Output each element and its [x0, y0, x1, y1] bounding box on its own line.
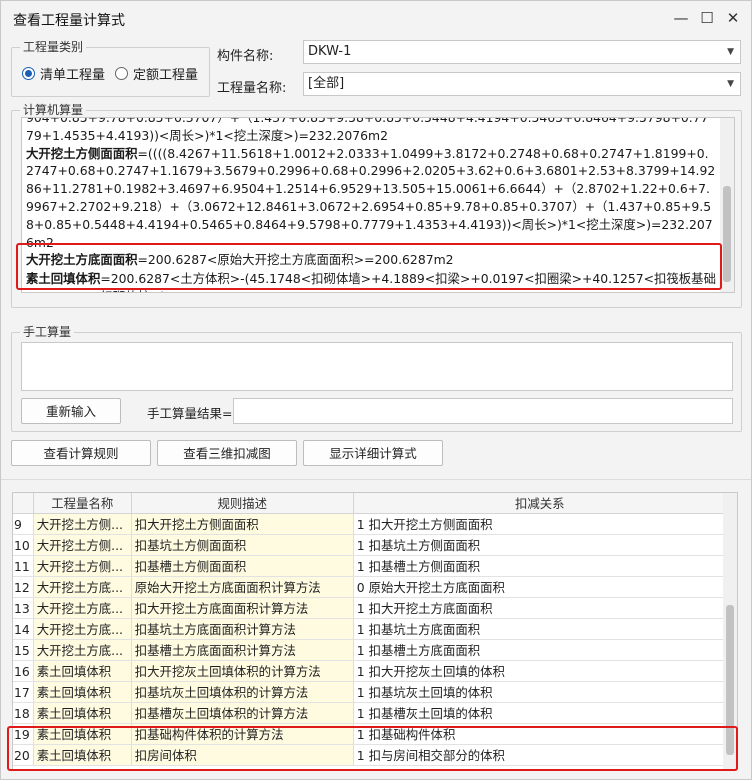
row-rule: 扣基坑土方侧面面积: [131, 534, 354, 556]
row-index: 15: [13, 639, 34, 661]
row-name: 大开挖土方底...: [33, 576, 132, 598]
radio-list-quantity-label: 清单工程量: [40, 68, 106, 83]
row-rule: 扣大开挖土方侧面面积: [131, 513, 354, 535]
row-index: 12: [13, 576, 34, 598]
row-index: 13: [13, 597, 34, 619]
minimize-icon[interactable]: —: [667, 5, 695, 31]
row-index: 10: [13, 534, 34, 556]
row-rule: 原始大开挖土方底面面积计算方法: [131, 576, 354, 598]
table-row[interactable]: 14 大开挖土方底... 扣基坑土方底面面积计算方法 1 扣基坑土方底面面积: [13, 618, 727, 640]
manual-calc-legend: 手工算量: [20, 325, 75, 339]
row-relation: 1 扣基坑土方底面面积: [353, 618, 727, 640]
radio-list-quantity[interactable]: 清单工程量: [22, 64, 105, 83]
row-rule: 扣基槽土方侧面面积: [131, 555, 354, 577]
row-rule: 扣大开挖灰土回填体积的计算方法: [131, 660, 354, 682]
reenter-button[interactable]: 重新输入: [21, 398, 121, 424]
highlight-box-rows: [7, 726, 738, 771]
row-name: 素土回填体积: [33, 702, 132, 724]
row-relation: 1 扣大开挖灰土回填的体积: [353, 660, 727, 682]
view-3d-button[interactable]: 查看三维扣减图: [157, 440, 297, 466]
row-name: 素土回填体积: [33, 681, 132, 703]
row-name: 大开挖土方侧...: [33, 555, 132, 577]
component-name-value: DKW-1: [308, 44, 352, 59]
row-rule: 扣基槽土方底面面积计算方法: [131, 639, 354, 661]
row-relation: 1 扣大开挖土方侧面面积: [353, 513, 727, 535]
calc-line-2: 大开挖土方侧面面积=((((8.4267+11.5618+1.0012+2.03…: [26, 145, 716, 250]
quantity-type-legend: 工程量类别: [20, 40, 87, 54]
radio-quota-quantity-dot[interactable]: [115, 67, 128, 80]
header-relation[interactable]: 扣减关系: [353, 493, 727, 514]
row-index: 16: [13, 660, 34, 682]
radio-quota-quantity[interactable]: 定额工程量: [115, 64, 198, 83]
splitter[interactable]: [1, 479, 751, 480]
chevron-down-icon: ▼: [727, 47, 734, 57]
calc-scrollbar-thumb[interactable]: [723, 186, 731, 282]
view-rules-button[interactable]: 查看计算规则: [11, 440, 151, 466]
row-relation: 1 扣基槽灰土回填的体积: [353, 702, 727, 724]
row-rule: 扣基坑灰土回填体积的计算方法: [131, 681, 354, 703]
row-relation: 0 原始大开挖土方底面面积: [353, 576, 727, 598]
show-details-button[interactable]: 显示详细计算式: [303, 440, 443, 466]
manual-result-field[interactable]: [233, 398, 733, 424]
row-index: 11: [13, 555, 34, 577]
row-name: 大开挖土方侧...: [33, 513, 132, 535]
row-rule: 扣基槽灰土回填体积的计算方法: [131, 702, 354, 724]
row-index: 14: [13, 618, 34, 640]
row-name: 大开挖土方侧...: [33, 534, 132, 556]
quantity-name-label: 工程量名称:: [217, 81, 287, 96]
row-name: 大开挖土方底...: [33, 597, 132, 619]
title-bar: 查看工程量计算式 — ☐ ✕: [1, 1, 751, 37]
header-rule[interactable]: 规则描述: [131, 493, 354, 514]
table-row[interactable]: 11 大开挖土方侧... 扣基槽土方侧面面积 1 扣基槽土方侧面面积: [13, 555, 727, 577]
maximize-icon[interactable]: ☐: [693, 5, 721, 31]
component-name-label: 构件名称:: [217, 49, 274, 64]
window-title: 查看工程量计算式: [13, 13, 125, 29]
manual-result-label: 手工算量结果=: [147, 406, 233, 421]
row-rule: 扣基坑土方底面面积计算方法: [131, 618, 354, 640]
row-name: 素土回填体积: [33, 660, 132, 682]
manual-calc-input[interactable]: [21, 342, 733, 391]
close-icon[interactable]: ✕: [719, 5, 747, 31]
row-relation: 1 扣基槽土方侧面面积: [353, 555, 727, 577]
table-row[interactable]: 18 素土回填体积 扣基槽灰土回填体积的计算方法 1 扣基槽灰土回填的体积: [13, 702, 727, 724]
component-name-select[interactable]: DKW-1 ▼: [303, 40, 741, 64]
calc-scrollbar[interactable]: [720, 118, 734, 292]
quantity-name-value: [全部]: [308, 76, 345, 91]
row-relation: 1 扣基槽土方底面面积: [353, 639, 727, 661]
row-name: 大开挖土方底...: [33, 618, 132, 640]
table-row[interactable]: 16 素土回填体积 扣大开挖灰土回填体积的计算方法 1 扣大开挖灰土回填的体积: [13, 660, 727, 682]
table-row[interactable]: 17 素土回填体积 扣基坑灰土回填体积的计算方法 1 扣基坑灰土回填的体积: [13, 681, 727, 703]
quantity-name-select[interactable]: [全部] ▼: [303, 72, 741, 96]
window: 查看工程量计算式 — ☐ ✕ 工程量类别 清单工程量 定额工程量 构件名称: D…: [0, 0, 752, 780]
table-row[interactable]: 12 大开挖土方底... 原始大开挖土方底面面积计算方法 0 原始大开挖土方底面面积: [13, 576, 727, 598]
header-index: [13, 493, 34, 514]
row-relation: 1 扣基坑土方侧面面积: [353, 534, 727, 556]
chevron-down-icon: ▼: [727, 79, 734, 89]
table-row[interactable]: 15 大开挖土方底... 扣基槽土方底面面积计算方法 1 扣基槽土方底面面积: [13, 639, 727, 661]
table-row[interactable]: 13 大开挖土方底... 扣大开挖土方底面面积计算方法 1 扣大开挖土方底面面积: [13, 597, 727, 619]
radio-quota-quantity-label: 定额工程量: [133, 68, 199, 83]
radio-list-quantity-dot[interactable]: [22, 67, 35, 80]
row-name: 大开挖土方底...: [33, 639, 132, 661]
header-name[interactable]: 工程量名称: [33, 493, 132, 514]
row-index: 17: [13, 681, 34, 703]
row-relation: 1 扣基坑灰土回填的体积: [353, 681, 727, 703]
highlight-box-formula: [16, 243, 722, 290]
table-row[interactable]: 9 大开挖土方侧... 扣大开挖土方侧面面积 1 扣大开挖土方侧面面积: [13, 513, 727, 535]
calc-line-1: 904+0.85+9.78+0.85+0.3707）+（1.437+0.85+9…: [26, 117, 709, 143]
computer-calc-legend: 计算机算量: [20, 103, 87, 117]
table-header-row: 工程量名称 规则描述 扣减关系: [13, 493, 727, 514]
table-row[interactable]: 10 大开挖土方侧... 扣基坑土方侧面面积 1 扣基坑土方侧面面积: [13, 534, 727, 556]
row-rule: 扣大开挖土方底面面积计算方法: [131, 597, 354, 619]
row-index: 18: [13, 702, 34, 724]
row-index: 9: [13, 513, 34, 535]
row-relation: 1 扣大开挖土方底面面积: [353, 597, 727, 619]
